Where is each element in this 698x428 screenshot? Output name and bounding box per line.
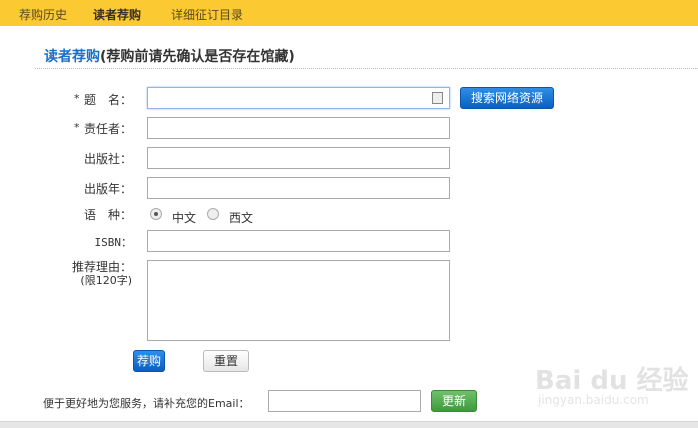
- email-label: 便于更好地为您服务，请补充您的Email：: [43, 397, 250, 410]
- divider: [35, 68, 698, 69]
- baidu-watermark-logo: Bai du 经验: [535, 366, 689, 396]
- tab-history[interactable]: 荐购历史: [19, 6, 67, 23]
- submit-button[interactable]: 荐购: [133, 350, 165, 372]
- author-label: 责任者：: [83, 122, 132, 136]
- bottom-bar: [0, 421, 698, 428]
- reset-button[interactable]: 重置: [203, 350, 249, 372]
- radio-chinese[interactable]: [150, 208, 162, 220]
- year-label: 出版年：: [83, 182, 132, 196]
- title-note: (荐购前请先确认是否存在馆藏): [100, 49, 295, 65]
- update-button[interactable]: 更新: [431, 390, 477, 412]
- isbn-label: ISBN：: [94, 236, 133, 249]
- radio-western-label: 西文: [229, 211, 254, 225]
- page-title: 读者荐购(荐购前请先确认是否存在馆藏): [44, 46, 295, 66]
- contact-card-icon[interactable]: [432, 92, 443, 104]
- title-main: 读者荐购: [44, 49, 100, 65]
- baidu-watermark-url: jingyan.baidu.com: [538, 393, 649, 407]
- search-web-resources-button[interactable]: 搜索网络资源: [460, 87, 554, 109]
- isbn-input[interactable]: [147, 230, 450, 252]
- language-label: 语 种：: [83, 208, 132, 222]
- publisher-label: 出版社：: [83, 152, 132, 166]
- reason-textarea[interactable]: [147, 260, 450, 341]
- tab-catalog[interactable]: 详细征订目录: [171, 6, 243, 23]
- publisher-input[interactable]: [147, 147, 450, 169]
- title-label: 题 名：: [83, 93, 132, 107]
- tab-reader-recommend[interactable]: 读者荐购: [93, 6, 141, 23]
- email-input[interactable]: [268, 390, 421, 412]
- radio-western[interactable]: [207, 208, 219, 220]
- year-input[interactable]: [147, 177, 450, 199]
- top-nav: 荐购历史 读者荐购 详细征订目录: [0, 0, 698, 26]
- radio-chinese-label: 中文: [172, 211, 197, 225]
- author-input[interactable]: [147, 117, 450, 139]
- reason-limit: (限120字): [80, 274, 132, 287]
- title-input[interactable]: [147, 87, 450, 109]
